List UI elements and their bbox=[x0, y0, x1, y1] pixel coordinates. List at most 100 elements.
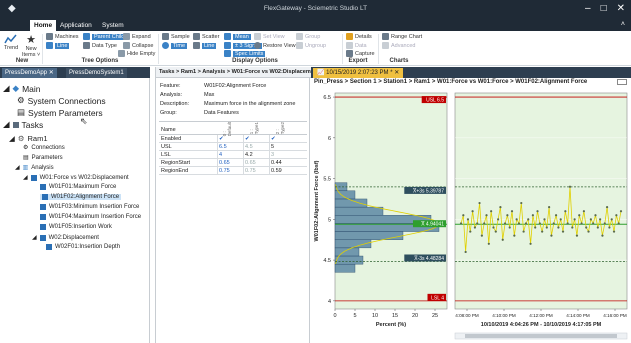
collapse-arrow-icon[interactable]: ◢ bbox=[32, 234, 37, 241]
grid-cell[interactable]: 4.2 bbox=[243, 151, 269, 159]
row-name: RegionStart bbox=[161, 160, 191, 166]
collapse-arrow-icon[interactable]: ◢ bbox=[3, 119, 10, 130]
title-bar: ◆ FlexGateway - Sciemetric Studio LT – □… bbox=[0, 0, 631, 19]
trend-icon bbox=[4, 34, 17, 44]
grid-cell[interactable]: 4 bbox=[217, 151, 243, 159]
collapse-arrow-icon[interactable]: ◢ bbox=[9, 134, 15, 143]
tab-press-demo-system1[interactable]: PressDemoSystem1 bbox=[66, 68, 127, 78]
data-point bbox=[478, 201, 481, 205]
machines-button[interactable]: Machines bbox=[46, 33, 79, 40]
parent-child-button[interactable]: Parent Child bbox=[83, 33, 127, 40]
tree-item-ram1[interactable]: ◢ ⚙ Ram1 bbox=[9, 134, 48, 143]
data-point bbox=[580, 222, 583, 225]
collapse-button[interactable]: Collapse bbox=[123, 42, 153, 49]
minimize-icon[interactable]: – bbox=[585, 2, 591, 16]
expand-button[interactable]: Expand bbox=[123, 33, 151, 40]
range-chart-button[interactable]: Range Chart bbox=[382, 33, 422, 40]
divider bbox=[42, 34, 43, 64]
tree-item-connections[interactable]: ⚙ Connections bbox=[23, 144, 65, 152]
data-point bbox=[534, 226, 537, 229]
spec-limits-button[interactable]: Spec Limits bbox=[224, 50, 266, 57]
ungroup-button[interactable]: Ungroup bbox=[296, 42, 326, 49]
grid-cell[interactable]: 4.5 bbox=[243, 143, 269, 151]
data-point bbox=[483, 222, 486, 225]
tree-item-analysis[interactable]: ◢ ▥ Analysis bbox=[15, 164, 54, 172]
new-items-button[interactable]: ★ New Items ˅ bbox=[22, 33, 40, 58]
tab-press-demo-app[interactable]: PressDemoApp ✕ bbox=[2, 68, 57, 78]
tree-item-ram1-label: Ram1 bbox=[27, 134, 48, 143]
data-point bbox=[494, 230, 497, 233]
capture-button[interactable]: Capture bbox=[346, 50, 375, 57]
time-button[interactable]: Time bbox=[162, 42, 188, 49]
sample-button[interactable]: Sample bbox=[162, 33, 190, 40]
grid-cell[interactable]: 0.59 bbox=[269, 167, 295, 175]
table-row[interactable]: Enabled ✔ ✔ ✔ bbox=[159, 135, 307, 143]
tree-item-w02[interactable]: ◢ W02:Displacement bbox=[32, 234, 99, 241]
table-row[interactable]: LSL 4 4.2 3 bbox=[159, 151, 307, 159]
waveform-icon bbox=[30, 174, 37, 181]
scatter-button[interactable]: Scatter bbox=[193, 33, 219, 40]
chart-svg[interactable]: 4 4.5 5 5.5 6 6.5 W01F02:Alignment Force (lbsf… bbox=[311, 67, 631, 343]
tree-item-w02f01[interactable]: W02F01:Insertion Depth bbox=[46, 244, 120, 250]
table-row[interactable]: USL 6.5 4.5 5 bbox=[159, 143, 307, 151]
maximize-icon[interactable]: □ bbox=[601, 2, 607, 16]
checkbox-enabled[interactable]: ✔ bbox=[217, 135, 243, 143]
tree-item-connections-label: Connections bbox=[31, 144, 65, 151]
data-point bbox=[615, 214, 618, 217]
tab-system[interactable]: System bbox=[98, 20, 128, 31]
table-row[interactable]: RegionEnd 0.75 0.75 0.59 bbox=[159, 167, 307, 175]
collapse-arrow-icon[interactable]: ◢ bbox=[15, 164, 20, 171]
tab-home[interactable]: Home bbox=[30, 20, 57, 31]
advanced-button[interactable]: Advanced bbox=[382, 42, 415, 49]
tree-item-tasks[interactable]: ◢ Tasks bbox=[3, 119, 43, 130]
checkbox-enabled[interactable]: ✔ bbox=[243, 135, 269, 143]
collapse-arrow-icon[interactable]: ◢ bbox=[3, 83, 10, 94]
data-point bbox=[559, 218, 562, 221]
tree-item-parameters[interactable]: ▤ Parameters bbox=[23, 154, 63, 162]
grid-cell[interactable]: 6.5 bbox=[217, 143, 243, 151]
grid-cell[interactable]: 0.75 bbox=[217, 167, 243, 175]
grid-header: Name 0 : Default 1 : Type1 2 : Type2 bbox=[159, 121, 307, 136]
tree-item-feature[interactable]: W01F01:Maximum Force bbox=[40, 184, 116, 190]
tree-item-feature[interactable]: W01F03:Minimum Insertion Force bbox=[40, 204, 139, 210]
trend-button[interactable]: Trend bbox=[4, 33, 18, 51]
group-label-export: Export bbox=[348, 58, 368, 64]
tree-item-main[interactable]: ◢ ◆ Main bbox=[3, 83, 41, 94]
set-view-button[interactable]: Set View bbox=[254, 33, 285, 40]
tree-item-w01[interactable]: ◢ W01:Force vs W02:Displacement bbox=[23, 174, 129, 181]
hide-empty-button[interactable]: Hide Empty bbox=[118, 50, 155, 57]
restore-view-button[interactable]: Restore View bbox=[254, 42, 296, 49]
tree-item-feature-selected[interactable]: W01F02:Alignment Force bbox=[40, 194, 122, 200]
data-export-button[interactable]: Data bbox=[346, 42, 367, 49]
restore-icon bbox=[254, 42, 261, 49]
grid-cell[interactable]: 0.44 bbox=[269, 159, 295, 167]
row-name: LSL bbox=[161, 152, 171, 158]
grid-cell[interactable]: 5 bbox=[269, 143, 295, 151]
tab-application[interactable]: Application bbox=[56, 20, 96, 31]
grid-cell[interactable]: 3 bbox=[269, 151, 295, 159]
collapse-arrow-icon[interactable]: ◢ bbox=[23, 174, 28, 181]
tree-item-feature[interactable]: W01F05:Insertion Work bbox=[40, 224, 112, 230]
divider bbox=[158, 34, 159, 64]
close-tab-icon[interactable]: ✕ bbox=[49, 70, 54, 76]
line-display-button[interactable]: Line bbox=[193, 42, 217, 49]
tree-item-feature[interactable]: W01F04:Maximum Insertion Force bbox=[40, 214, 141, 220]
details-button[interactable]: Details bbox=[346, 33, 372, 40]
checkbox-enabled[interactable]: ✔ bbox=[269, 135, 295, 143]
x-tick-label: 25 bbox=[432, 313, 438, 319]
mean-button[interactable]: Mean bbox=[224, 33, 251, 40]
line-tree-button[interactable]: Line bbox=[46, 42, 70, 49]
group-label-charts: Charts bbox=[389, 58, 409, 64]
collapse-ribbon-icon[interactable]: ˄ bbox=[621, 21, 625, 28]
data-point bbox=[587, 230, 590, 233]
table-row[interactable]: RegionStart 0.65 0.65 0.44 bbox=[159, 159, 307, 167]
tree-item-system-connections[interactable]: ⚙ System Connections bbox=[17, 95, 106, 106]
group-button[interactable]: Group bbox=[296, 33, 320, 40]
grid-cell[interactable]: 0.65 bbox=[217, 159, 243, 167]
close-icon[interactable]: ✕ bbox=[617, 2, 625, 16]
parent-child-label: Parent Child bbox=[92, 33, 127, 40]
tree-item-system-parameters[interactable]: ▤ System Parameters bbox=[17, 107, 103, 118]
grid-cell[interactable]: 0.65 bbox=[243, 159, 269, 167]
data-type-button[interactable]: Data Type bbox=[83, 42, 117, 49]
grid-cell[interactable]: 0.75 bbox=[243, 167, 269, 175]
